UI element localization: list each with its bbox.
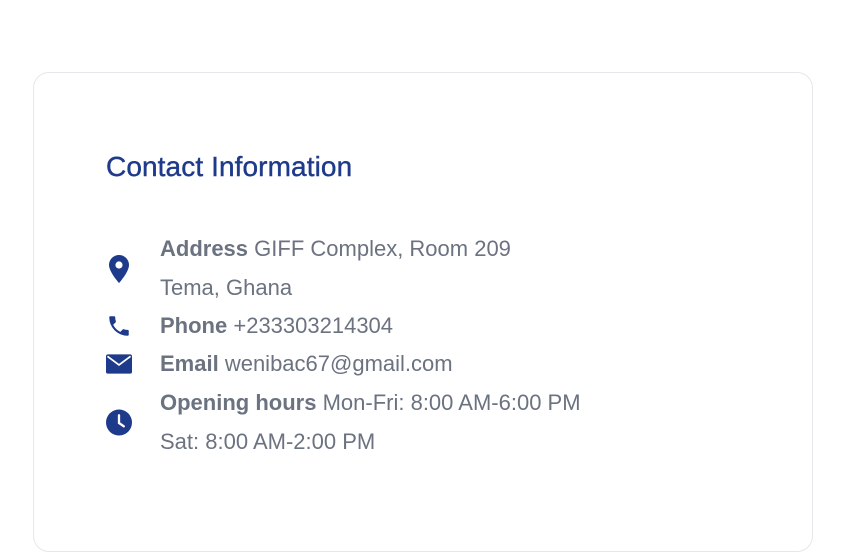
email-item: Email wenibac67@gmail.com: [106, 345, 453, 384]
envelope-icon: [106, 354, 132, 374]
clock-icon: [106, 409, 132, 436]
opening-hours-label: Opening hours: [160, 390, 317, 415]
map-pin-icon: [106, 254, 132, 283]
address-item: Address GIFF Complex, Room 209 Tema, Gha…: [106, 230, 511, 307]
opening-hours-item: Opening hours Mon-Fri: 8:00 AM-6:00 PM S…: [106, 384, 581, 461]
address-line-1: GIFF Complex, Room 209: [254, 236, 511, 261]
contact-card: Contact Information Address GIFF Complex…: [33, 72, 813, 552]
email-value[interactable]: wenibac67@gmail.com: [225, 351, 453, 376]
section-title: Contact Information: [106, 151, 353, 182]
phone-icon: [106, 313, 132, 339]
address-line-2: Tema, Ghana: [160, 274, 293, 300]
saturday-hours: Sat: 8:00 AM-2:00 PM: [160, 428, 376, 454]
weekday-hours: Mon-Fri: 8:00 AM-6:00 PM: [322, 390, 581, 415]
phone-label: Phone: [160, 313, 228, 338]
phone-item: Phone +233303214304: [106, 307, 393, 346]
address-label: Address: [160, 236, 249, 261]
phone-value[interactable]: +233303214304: [233, 313, 393, 338]
email-label: Email: [160, 351, 219, 376]
